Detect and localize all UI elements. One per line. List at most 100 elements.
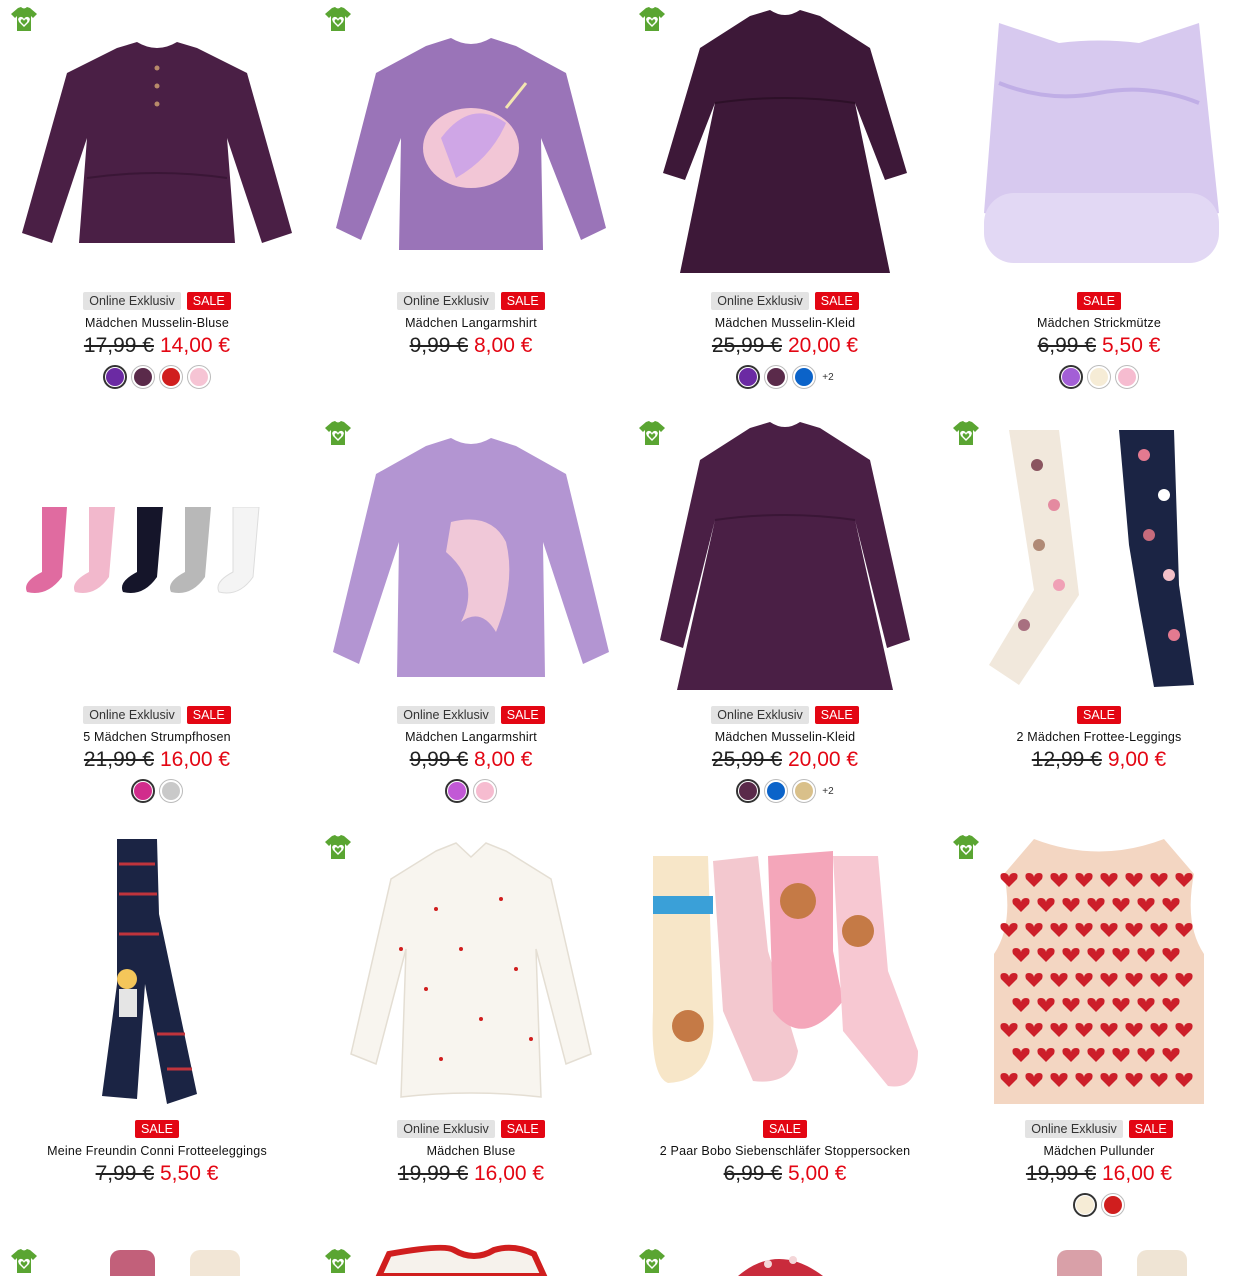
color-swatch[interactable] xyxy=(792,365,817,389)
product-image[interactable] xyxy=(328,832,614,1110)
color-swatch[interactable] xyxy=(736,365,761,389)
product-card-partial[interactable] xyxy=(628,1242,942,1276)
badge-row: Online Exklusiv SALE xyxy=(942,1120,1250,1140)
color-swatch[interactable] xyxy=(1073,1193,1097,1217)
online-exclusive-badge: Online Exklusiv xyxy=(397,292,495,310)
sale-badge: SALE xyxy=(763,1120,807,1138)
product-name[interactable]: Mädchen Bluse xyxy=(314,1143,628,1159)
color-swatch[interactable] xyxy=(1087,365,1111,389)
badge-row: Online Exklusiv SALE xyxy=(314,706,628,726)
product-image[interactable] xyxy=(642,832,928,1110)
product-name[interactable]: Mädchen Musselin-Kleid xyxy=(628,729,942,745)
product-name[interactable]: 2 Paar Bobo Siebenschläfer Stoppersocken xyxy=(628,1143,942,1159)
color-swatch[interactable] xyxy=(1115,365,1139,389)
product-name[interactable]: Mädchen Langarmshirt xyxy=(314,315,628,331)
color-swatch[interactable] xyxy=(187,365,211,389)
unicorn-shirt-image xyxy=(336,38,606,250)
product-image[interactable] xyxy=(328,4,614,282)
online-exclusive-badge: Online Exklusiv xyxy=(1025,1120,1123,1138)
more-colors-count[interactable]: +2 xyxy=(822,786,833,797)
color-swatch[interactable] xyxy=(103,365,127,389)
color-swatch[interactable] xyxy=(764,365,789,389)
product-card[interactable]: SALE Mädchen Strickmütze 6,99 € 5,50 € xyxy=(942,0,1250,414)
product-card-partial[interactable] xyxy=(314,1242,628,1276)
product-card[interactable]: Online Exklusiv SALE Mädchen Musselin-Blus… xyxy=(0,0,314,414)
unicorn-shirt-image xyxy=(333,438,609,677)
color-swatch[interactable] xyxy=(736,779,761,803)
sale-badge: SALE xyxy=(135,1120,179,1138)
sale-price: 8,00 € xyxy=(474,334,533,357)
white-blouse-image xyxy=(350,841,592,1098)
product-card[interactable]: Online Exklusiv SALE Mädchen Pullunder 19,9… xyxy=(942,828,1250,1242)
product-image[interactable] xyxy=(642,4,928,282)
color-swatch[interactable] xyxy=(131,365,155,389)
tights-image xyxy=(1057,1250,1187,1276)
product-image[interactable] xyxy=(956,4,1242,282)
product-name[interactable]: Mädchen Musselin-Kleid xyxy=(628,315,942,331)
price: 25,99 € 20,00 € xyxy=(628,747,942,773)
product-card[interactable]: Online Exklusiv SALE Mädchen Musselin-Klei… xyxy=(628,414,942,828)
more-colors-count[interactable]: +2 xyxy=(822,372,833,383)
badge-row: Online Exklusiv SALE xyxy=(314,1120,628,1140)
product-image[interactable] xyxy=(956,832,1242,1110)
product-name[interactable]: Mädchen Strickmütze xyxy=(942,315,1250,331)
color-swatch[interactable] xyxy=(1059,365,1083,389)
product-name[interactable]: 2 Mädchen Frottee-Leggings xyxy=(942,729,1250,745)
color-swatch[interactable] xyxy=(792,779,817,803)
color-swatch[interactable] xyxy=(159,779,183,803)
product-card[interactable]: Online Exklusiv SALE 5 Mädchen Strumpfhose… xyxy=(0,414,314,828)
sale-price: 8,00 € xyxy=(474,748,533,771)
color-swatch[interactable] xyxy=(1101,1193,1125,1217)
color-swatch[interactable] xyxy=(445,779,469,803)
color-swatches xyxy=(0,779,314,803)
sale-price: 5,50 € xyxy=(1102,334,1161,357)
sale-price: 9,00 € xyxy=(1107,748,1167,771)
product-name[interactable]: Mädchen Langarmshirt xyxy=(314,729,628,745)
product-card[interactable]: SALE 2 Paar Bobo Siebenschläfer Stopperso… xyxy=(628,828,942,1242)
color-swatch[interactable] xyxy=(764,779,789,803)
product-name[interactable]: Meine Freundin Conni Frotteeleggings xyxy=(0,1143,314,1159)
product-card[interactable]: Online Exklusiv SALE Mädchen Langarmshirt 9… xyxy=(314,0,628,414)
product-name[interactable]: Mädchen Musselin-Bluse xyxy=(0,315,314,331)
color-swatch[interactable] xyxy=(159,365,183,389)
product-image[interactable] xyxy=(14,4,300,282)
online-exclusive-badge: Online Exklusiv xyxy=(711,292,809,310)
product-name[interactable]: Mädchen Pullunder xyxy=(942,1143,1250,1159)
sale-price: 20,00 € xyxy=(788,748,859,771)
price: 7,99 € 5,50 € xyxy=(0,1161,314,1187)
product-image[interactable] xyxy=(14,832,300,1110)
badge-row: Online Exklusiv SALE xyxy=(628,706,942,726)
badge-row: SALE xyxy=(942,292,1250,312)
price: 17,99 € 14,00 € xyxy=(0,333,314,359)
conni-leggings-image xyxy=(102,838,197,1104)
price: 19,99 € 16,00 € xyxy=(942,1161,1250,1187)
color-swatches xyxy=(0,365,314,389)
product-image[interactable] xyxy=(642,418,928,696)
sale-price: 16,00 € xyxy=(1102,1162,1173,1185)
product-card-partial[interactable] xyxy=(942,1242,1250,1276)
product-card[interactable]: SALE Meine Freundin Conni Frotteeleggings… xyxy=(0,828,314,1242)
product-image[interactable] xyxy=(328,418,614,696)
price: 9,99 € 8,00 € xyxy=(314,333,628,359)
product-card[interactable]: SALE 2 Mädchen Frottee-Leggings 12,99 €9,0… xyxy=(942,414,1250,828)
product-name[interactable]: 5 Mädchen Strumpfhosen xyxy=(0,729,314,745)
badge-row: Online Exklusiv SALE xyxy=(0,706,314,726)
price: 25,99 € 20,00 € xyxy=(628,333,942,359)
color-swatches xyxy=(942,1193,1250,1217)
old-price: 6,99 € xyxy=(723,1162,782,1185)
dotted-leggings-image xyxy=(989,429,1194,687)
product-image[interactable] xyxy=(956,418,1242,696)
sale-badge: SALE xyxy=(500,706,545,724)
product-card[interactable]: Online Exklusiv SALE Mädchen Langarmshirt 9… xyxy=(314,414,628,828)
old-price: 21,99 € xyxy=(83,748,154,771)
old-price: 17,99 € xyxy=(83,334,154,357)
product-image[interactable] xyxy=(14,418,300,696)
color-swatch[interactable] xyxy=(131,779,155,803)
product-card[interactable]: Online Exklusiv SALE Mädchen Bluse 19,99 €1… xyxy=(314,828,628,1242)
tights-image xyxy=(110,1250,240,1276)
color-swatch[interactable] xyxy=(473,779,497,803)
product-card-partial[interactable] xyxy=(0,1242,314,1276)
product-card[interactable]: Online Exklusiv SALE Mädchen Musselin-Klei… xyxy=(628,0,942,414)
old-price: 7,99 € xyxy=(95,1162,154,1185)
old-price: 19,99 € xyxy=(397,1162,468,1185)
